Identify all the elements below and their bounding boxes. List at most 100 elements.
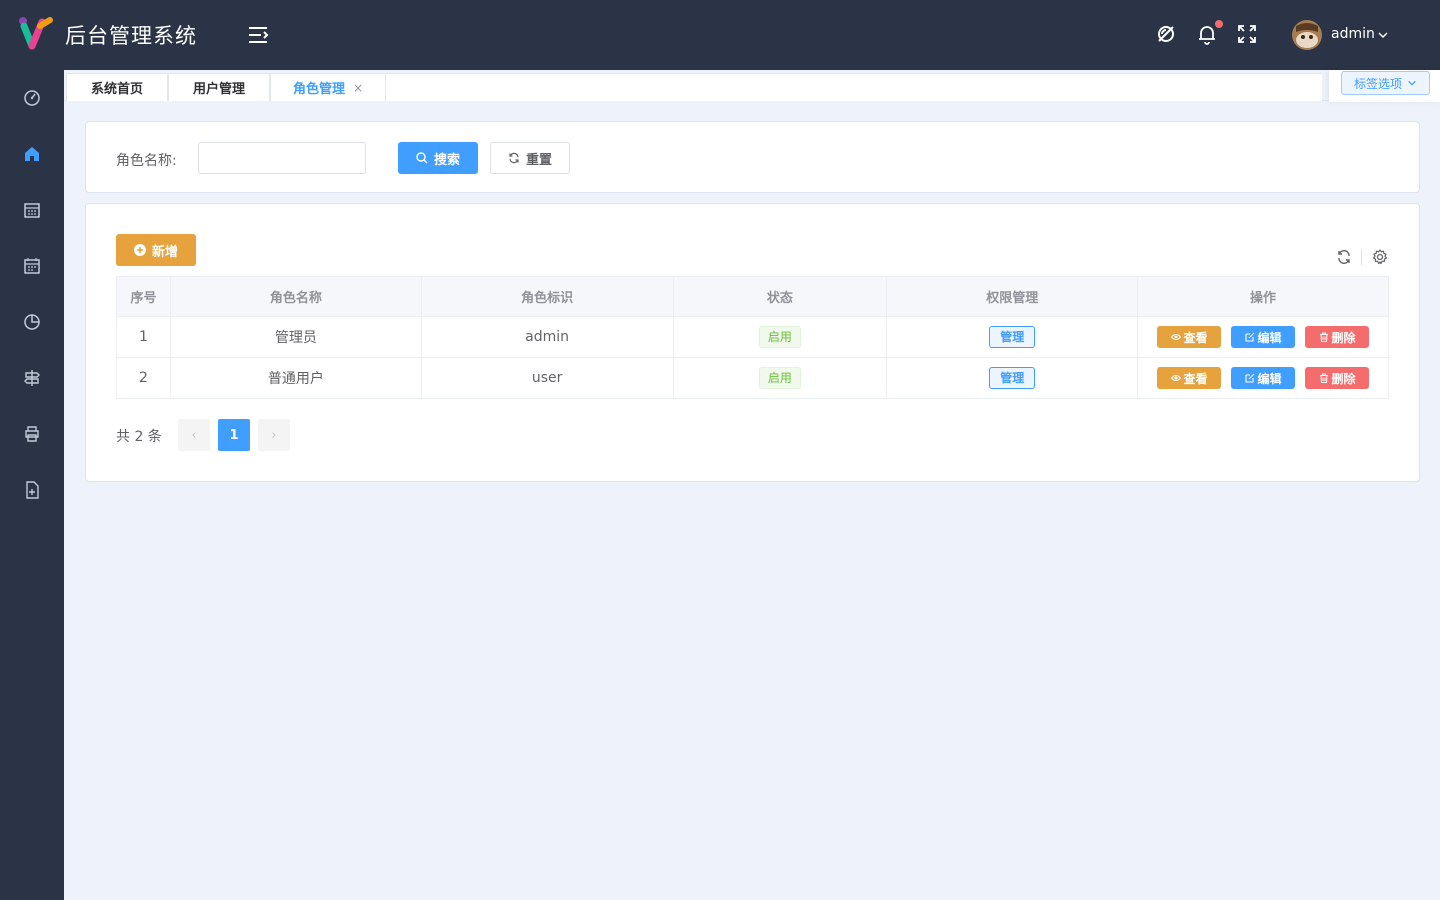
tab-label: 系统首页 <box>90 82 143 97</box>
close-icon[interactable]: × <box>353 81 363 95</box>
sidebar-item-print[interactable] <box>0 406 64 462</box>
add-button-label: 新增 <box>151 244 178 260</box>
reset-button[interactable]: 重置 <box>490 142 570 174</box>
tab-user-management[interactable]: 用户管理 <box>168 73 270 101</box>
calendar-icon <box>24 203 40 218</box>
fullscreen-icon[interactable] <box>1236 23 1258 45</box>
pie-chart-icon <box>24 314 40 330</box>
delete-button[interactable]: 删除 <box>1305 367 1370 389</box>
sidebar <box>0 70 64 900</box>
edit-button-label: 编辑 <box>1257 371 1282 386</box>
search-form-card: 角色名称: 搜索 重置 <box>85 121 1420 193</box>
sidebar-item-dashboard[interactable] <box>0 70 64 126</box>
edit-button[interactable]: 编辑 <box>1231 367 1296 389</box>
avatar[interactable] <box>1292 20 1322 50</box>
sidebar-item-calendar-grid[interactable] <box>0 238 64 294</box>
edit-icon <box>1244 332 1254 342</box>
search-button-label: 搜索 <box>433 152 460 168</box>
plus-circle-icon <box>133 244 146 256</box>
manage-permission-button[interactable]: 管理 <box>989 326 1036 348</box>
dashboard-icon <box>24 90 40 106</box>
column-header-actions: 操作 <box>1137 276 1389 317</box>
table-header-row: 序号 角色名称 角色标识 状态 权限管理 操作 <box>116 276 1389 317</box>
cell-permission: 管理 <box>886 357 1139 399</box>
logo-icon <box>19 17 53 50</box>
app-title: 后台管理系统 <box>65 24 197 48</box>
printer-icon <box>25 426 39 442</box>
view-button-label: 查看 <box>1183 371 1208 386</box>
cell-permission: 管理 <box>886 316 1139 358</box>
delete-button-label: 删除 <box>1331 330 1356 345</box>
edit-button[interactable]: 编辑 <box>1231 326 1296 348</box>
trash-icon <box>1319 332 1328 342</box>
pagination-page-1[interactable]: 1 <box>218 419 250 451</box>
role-name-input[interactable] <box>198 142 366 174</box>
sidebar-item-home[interactable] <box>0 126 64 182</box>
role-name-label: 角色名称: <box>116 153 177 169</box>
pagination-total: 共 2 条 <box>116 429 162 445</box>
delete-button[interactable]: 删除 <box>1305 326 1370 348</box>
cell-index: 1 <box>116 316 171 358</box>
search-button[interactable]: 搜索 <box>398 142 478 174</box>
status-badge: 启用 <box>758 326 801 348</box>
eye-icon <box>1170 375 1181 381</box>
status-badge: 启用 <box>758 367 801 389</box>
sidebar-item-charts[interactable] <box>0 294 64 350</box>
signpost-icon <box>24 370 40 386</box>
cell-status: 启用 <box>672 357 888 399</box>
sidebar-item-document[interactable] <box>0 462 64 518</box>
tag-options-button[interactable]: 标签选项 <box>1341 71 1430 95</box>
pagination-next-button[interactable]: › <box>258 419 290 451</box>
calendar-grid-icon <box>24 258 40 274</box>
tab-system-home[interactable]: 系统首页 <box>66 73 168 101</box>
trash-icon <box>1319 373 1328 383</box>
top-header: 后台管理系统 admin <box>0 0 1440 70</box>
bell-icon[interactable] <box>1196 23 1218 45</box>
chevron-down-icon <box>1408 80 1416 86</box>
notification-badge <box>1215 20 1223 28</box>
cell-actions: 查看 编辑 删除 <box>1137 316 1389 358</box>
edit-icon <box>1244 373 1254 383</box>
view-button[interactable]: 查看 <box>1157 367 1222 389</box>
tag-options-label: 标签选项 <box>1353 76 1402 91</box>
eye-icon <box>1170 334 1181 340</box>
tab-role-management[interactable]: 角色管理 × <box>270 73 386 101</box>
tab-label: 用户管理 <box>192 82 245 97</box>
chevron-down-icon[interactable] <box>1377 29 1389 41</box>
column-header-index: 序号 <box>116 276 171 317</box>
column-header-role-name: 角色名称 <box>169 276 422 317</box>
toolbar-divider <box>1361 249 1362 265</box>
column-header-status: 状态 <box>672 276 888 317</box>
cell-status: 启用 <box>672 316 888 358</box>
home-icon <box>25 147 39 161</box>
view-button[interactable]: 查看 <box>1157 326 1222 348</box>
sidebar-item-calendar[interactable] <box>0 182 64 238</box>
cell-role-key: user <box>420 357 674 399</box>
reset-button-label: 重置 <box>525 152 552 168</box>
column-header-role-key: 角色标识 <box>420 276 674 317</box>
document-add-icon <box>26 481 39 499</box>
theme-off-icon[interactable] <box>1155 23 1177 45</box>
table-card: 新增 序号 角色名称 角色标识 状态 权限管理 操作 1 管理员 admin 启… <box>85 203 1420 482</box>
sidebar-item-guide[interactable] <box>0 350 64 406</box>
roles-table: 序号 角色名称 角色标识 状态 权限管理 操作 1 管理员 admin 启用 管… <box>116 276 1389 399</box>
cell-role-key: admin <box>420 316 674 358</box>
pagination-prev-button[interactable]: ‹ <box>178 419 210 451</box>
search-icon <box>416 152 428 164</box>
table-row: 2 普通用户 user 启用 管理 查看 编辑 删除 <box>116 357 1389 399</box>
table-row: 1 管理员 admin 启用 管理 查看 编辑 删除 <box>116 316 1389 358</box>
manage-permission-button[interactable]: 管理 <box>989 367 1036 389</box>
column-header-permission: 权限管理 <box>886 276 1139 317</box>
tags-view-bar: 系统首页 用户管理 角色管理 × <box>64 70 1440 101</box>
refresh-icon[interactable] <box>1336 249 1352 265</box>
cell-role-name: 管理员 <box>169 316 422 358</box>
cell-role-name: 普通用户 <box>169 357 422 399</box>
gear-icon[interactable] <box>1372 249 1388 265</box>
view-button-label: 查看 <box>1183 330 1208 345</box>
menu-collapse-icon[interactable] <box>246 24 270 46</box>
username[interactable]: admin <box>1331 26 1375 42</box>
cell-index: 2 <box>116 357 171 399</box>
edit-button-label: 编辑 <box>1257 330 1282 345</box>
delete-button-label: 删除 <box>1331 371 1356 386</box>
add-button[interactable]: 新增 <box>116 234 196 266</box>
